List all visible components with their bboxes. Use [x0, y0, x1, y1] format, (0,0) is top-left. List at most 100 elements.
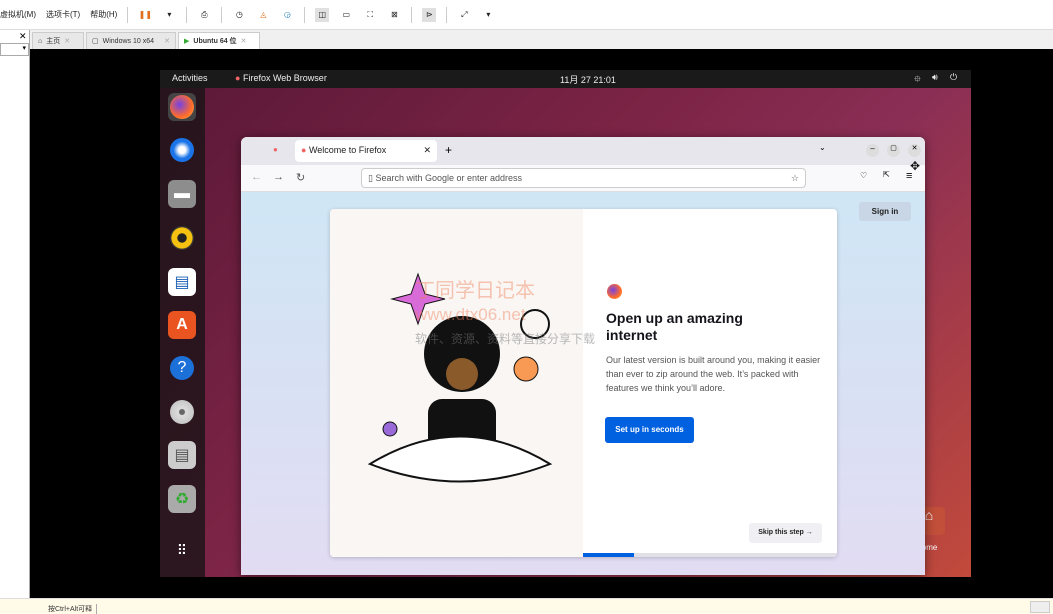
menu-vm[interactable]: 虚拟机(M) — [0, 9, 36, 20]
person-with-laptop-illustration — [367, 272, 553, 483]
progress-track — [583, 553, 837, 557]
tab-label: Ubuntu 64 位 — [193, 38, 237, 45]
description: Our latest version is built around you, … — [606, 355, 821, 393]
floppy-icon[interactable]: ▤ — [168, 441, 196, 469]
address-placeholder: Search with Google or enter address — [375, 173, 523, 183]
rhythmbox-icon[interactable] — [168, 224, 196, 252]
chevron-down-icon[interactable]: ▾ — [481, 8, 495, 22]
close-window-icon[interactable]: ✕ — [908, 144, 921, 157]
firefox-logo-icon — [607, 284, 622, 299]
vmware-menubar: 虚拟机(M) 选项卡(T) 帮助(H) ❚❚ ▾ ⎙ ◷ ◬ ◶ ◫ ▭ ⛶ ⊠… — [0, 0, 1053, 30]
show-apps-icon[interactable]: ⠿ — [168, 536, 196, 564]
watermark-line: 软件、资源、资料等直接分享下载 — [415, 332, 596, 346]
clock[interactable]: 11月 27 21:01 — [560, 73, 616, 86]
console-icon[interactable]: ⊳ — [422, 7, 437, 22]
chevron-down-icon[interactable]: ▾ — [162, 8, 176, 22]
divider — [446, 6, 448, 23]
page-icon: ▯ — [368, 173, 373, 183]
reload-icon[interactable]: ↻ — [296, 171, 305, 184]
setup-button[interactable]: Set up in seconds — [605, 417, 694, 443]
library-icon[interactable]: ◫ — [315, 7, 330, 22]
dock: ▬ ▤ A ? ▤ ♻ ⠿ — [160, 88, 205, 577]
pause-icon[interactable]: ❚❚ — [138, 8, 152, 22]
dvd-icon[interactable] — [168, 398, 196, 426]
snapshot-icon[interactable]: ◷ — [232, 8, 246, 22]
divider — [304, 6, 306, 23]
onboarding-card: 丁同学日记本 www.dtx06.net 软件、资源、资料等直接分享下载 Open … — [330, 209, 837, 557]
sign-in-button[interactable]: Sign in — [859, 202, 911, 221]
gnome-top-bar: Activities ● Firefox Web Browser 11月 27 … — [160, 70, 971, 88]
close-tab-icon[interactable]: ✕ — [423, 145, 431, 156]
heading: Open up an amazing internet — [606, 310, 743, 343]
menu-help[interactable]: 帮助(H) — [90, 9, 117, 20]
home-icon: ⌂ — [38, 37, 43, 45]
tab-home[interactable]: ⌂ 主页 ✕ — [32, 32, 84, 49]
power-icon[interactable]: ⏻ — [950, 72, 957, 83]
firefox-icon: ● — [235, 73, 241, 83]
activities-button[interactable]: Activities — [172, 73, 208, 83]
status-bar: 按Ctrl+Alt可释 — [0, 598, 1053, 614]
tab-label: 主页 — [46, 38, 61, 45]
close-icon[interactable]: ✕ — [241, 37, 247, 45]
send-keys-icon[interactable]: ⎙ — [197, 8, 211, 22]
network-icon[interactable]: ⯐ — [914, 72, 921, 88]
vm-running-icon: ▶ — [184, 38, 190, 45]
watermark-line: www.dtx06.net — [415, 305, 526, 324]
unity-icon[interactable]: ⊠ — [387, 8, 401, 22]
libreoffice-writer-icon[interactable]: ▤ — [168, 268, 196, 296]
skip-button[interactable]: Skip this step → — [749, 523, 822, 543]
list-tabs-icon[interactable]: ⌄ — [819, 143, 826, 152]
bookmark-star-icon[interactable]: ☆ — [791, 173, 799, 184]
vm-tab-bar: ⌂ 主页 ✕ ▢ Windows 10 x64 ✕ ▶ Ubuntu 64 位 ✕ — [30, 30, 1053, 49]
thunderbird-icon[interactable] — [168, 136, 196, 164]
firefox-view-icon[interactable]: ● — [273, 145, 278, 154]
library-search-dropdown[interactable]: ▾ — [0, 43, 29, 56]
close-icon[interactable]: ✕ — [64, 37, 70, 45]
app-name: Firefox Web Browser — [242, 73, 327, 83]
tab-ubuntu[interactable]: ▶ Ubuntu 64 位 ✕ — [178, 32, 260, 49]
watermark-line: 丁同学日记本 — [415, 280, 535, 302]
forward-icon[interactable]: → — [273, 171, 284, 183]
help-icon[interactable]: ? — [168, 354, 196, 382]
illustration-panel: 丁同学日记本 www.dtx06.net 软件、资源、资料等直接分享下载 — [330, 209, 595, 557]
minimize-icon[interactable]: – — [866, 144, 879, 157]
address-bar[interactable]: ▯ Search with Google or enter address ☆ — [361, 168, 806, 188]
thumbnail-icon[interactable]: ▭ — [339, 8, 353, 22]
menu-tabs[interactable]: 选项卡(T) — [46, 9, 80, 20]
library-panel: ✕ ▾ — [0, 30, 30, 598]
snapshot-manager-icon[interactable]: ◶ — [280, 8, 294, 22]
files-icon[interactable]: ▬ — [168, 180, 196, 208]
firefox-tab-bar: ● ● Welcome to Firefox ✕ + ⌄ – ▢ ✕ — [241, 137, 925, 165]
divider — [127, 6, 129, 23]
tab-windows10[interactable]: ▢ Windows 10 x64 ✕ — [86, 32, 176, 49]
extensions-icon[interactable]: ⇱ — [883, 170, 890, 179]
close-icon[interactable]: ✕ — [19, 31, 27, 42]
maximize-icon[interactable]: ▢ — [887, 144, 900, 157]
new-tab-icon[interactable]: + — [445, 143, 452, 157]
app-menu[interactable]: ● Firefox Web Browser — [235, 73, 327, 83]
divider — [186, 6, 188, 23]
tab-welcome[interactable]: ● Welcome to Firefox ✕ — [295, 140, 437, 162]
ubuntu-desktop[interactable]: Activities ● Firefox Web Browser 11月 27 … — [160, 70, 971, 577]
status-text: 按Ctrl+Alt可释 — [48, 604, 98, 614]
firefox-window: ● ● Welcome to Firefox ✕ + ⌄ – ▢ ✕ ← → ↻… — [241, 137, 925, 575]
volume-icon[interactable]: 🔊︎ — [932, 72, 938, 83]
revert-snapshot-icon[interactable]: ◬ — [256, 8, 270, 22]
close-icon[interactable]: ✕ — [164, 37, 170, 45]
stretch-icon[interactable]: ⤢ — [457, 8, 471, 22]
tab-title: Welcome to Firefox — [308, 145, 387, 155]
divider — [221, 6, 223, 23]
progress-fill — [583, 553, 634, 557]
firefox-icon[interactable] — [168, 93, 196, 121]
vm-icon: ▢ — [92, 38, 99, 45]
tab-label: Windows 10 x64 — [102, 37, 154, 45]
move-cursor-icon: ✥ — [910, 159, 921, 173]
firefox-navbar: ← → ↻ ▯ Search with Google or enter addr… — [241, 165, 925, 192]
pocket-icon[interactable]: ♡ — [860, 171, 867, 180]
welcome-page: Sign in 丁同学日记本 www.dtx06.net 软件、资源、资料等直接分享… — [241, 192, 925, 575]
back-icon[interactable]: ← — [251, 171, 262, 183]
status-device-icon[interactable] — [1030, 601, 1050, 613]
fullscreen-icon[interactable]: ⛶ — [363, 8, 377, 22]
app-center-icon[interactable]: A — [168, 311, 196, 339]
trash-icon[interactable]: ♻ — [168, 485, 196, 513]
